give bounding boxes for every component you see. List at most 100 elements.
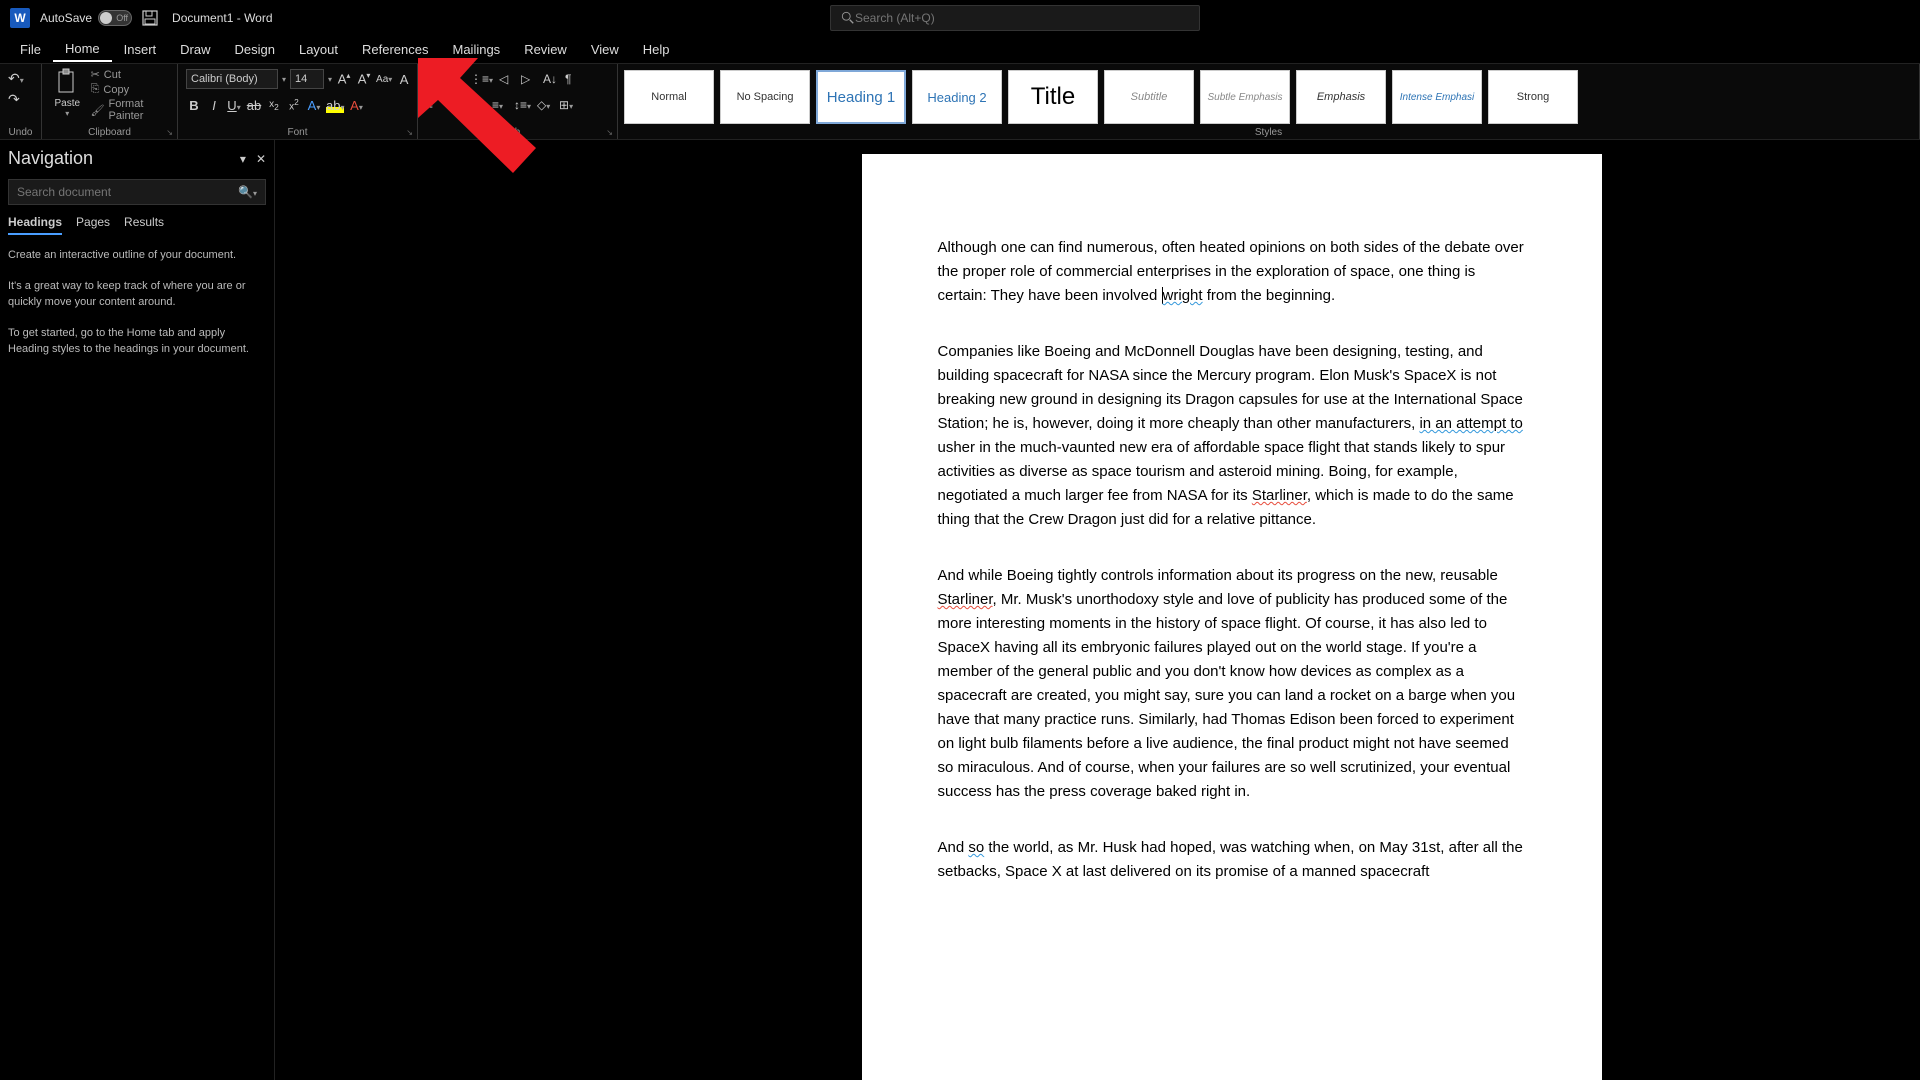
numbering-button[interactable]: ≡▾ — [448, 72, 464, 86]
menu-review[interactable]: Review — [512, 38, 579, 61]
search-box[interactable] — [830, 5, 1200, 31]
nav-tab-pages[interactable]: Pages — [76, 215, 110, 235]
styles-label: Styles — [618, 127, 1919, 138]
cut-button[interactable]: ✂Cut — [91, 68, 169, 81]
change-case-button[interactable]: Aa▾ — [376, 74, 392, 85]
increase-indent-button[interactable]: ▷ — [521, 72, 537, 86]
menu-layout[interactable]: Layout — [287, 38, 350, 61]
style-normal[interactable]: Normal — [624, 70, 714, 124]
close-icon[interactable]: ✕ — [256, 152, 266, 166]
paragraph-2[interactable]: Companies like Boeing and McDonnell Doug… — [938, 340, 1526, 532]
menu-references[interactable]: References — [350, 38, 440, 61]
highlight-button[interactable]: ab▾ — [326, 98, 344, 113]
paste-icon — [55, 68, 79, 96]
paragraph-launcher[interactable]: ↘ — [606, 128, 613, 137]
titlebar: W AutoSave Off Document1 - Word — [0, 0, 1920, 36]
paragraph-1[interactable]: Although one can find numerous, often he… — [938, 236, 1526, 308]
font-launcher[interactable]: ↘ — [406, 128, 413, 137]
clear-formatting-button[interactable]: A — [396, 72, 412, 87]
paragraph-group: ☰▾ ≡▾ ⋮≡▾ ◁ ▷ A↓ ¶ ≡ ≡ ≡ ≡▾ ↕≡▾ ◇▾ ⊞▾ h … — [418, 64, 618, 139]
style-intense-emphasis[interactable]: Intense Emphasi — [1392, 70, 1482, 124]
document-area[interactable]: Although one can find numerous, often he… — [275, 140, 1920, 1080]
sort-button[interactable]: A↓ — [543, 72, 559, 86]
paragraph-3[interactable]: And while Boeing tightly controls inform… — [938, 564, 1526, 804]
align-right-button[interactable]: ≡ — [470, 98, 486, 112]
paragraph-4[interactable]: And so the world, as Mr. Husk had hoped,… — [938, 836, 1526, 884]
style-subtitle[interactable]: Subtitle — [1104, 70, 1194, 124]
style-title[interactable]: Title — [1008, 70, 1098, 124]
font-label: Font — [178, 127, 417, 138]
font-size-input[interactable] — [290, 69, 324, 89]
superscript-button[interactable]: x2 — [286, 97, 302, 112]
align-center-button[interactable]: ≡ — [448, 98, 464, 112]
page[interactable]: Although one can find numerous, often he… — [862, 154, 1602, 1080]
text-effects-button[interactable]: A▾ — [306, 98, 322, 113]
menu-help[interactable]: Help — [631, 38, 682, 61]
font-name-input[interactable] — [186, 69, 278, 89]
font-group: ▾ ▾ A▴ A▾ Aa▾ A B I U▾ ab x2 x2 A▾ ab▾ A… — [178, 64, 418, 139]
show-marks-button[interactable]: ¶ — [565, 72, 581, 86]
undo-label: Undo — [0, 127, 41, 138]
font-color-button[interactable]: A▾ — [348, 98, 364, 113]
undo-button[interactable]: ↶▾ — [8, 70, 33, 87]
nav-tab-results[interactable]: Results — [124, 215, 164, 235]
navigation-pane: Navigation ▾ ✕ 🔍▾ Headings Pages Results… — [0, 140, 275, 1080]
styles-group: Normal No Spacing Heading 1 Heading 2 Ti… — [618, 64, 1920, 139]
menu-mailings[interactable]: Mailings — [441, 38, 513, 61]
shading-button[interactable]: ◇▾ — [537, 98, 553, 112]
brush-icon: 🖌 — [91, 104, 105, 117]
decrease-indent-button[interactable]: ◁ — [499, 72, 515, 86]
style-subtle-emphasis[interactable]: Subtle Emphasis — [1200, 70, 1290, 124]
chevron-down-icon: ▾ — [65, 109, 69, 118]
chevron-down-icon[interactable]: ▾ — [240, 152, 246, 166]
menu-view[interactable]: View — [579, 38, 631, 61]
search-input[interactable] — [855, 11, 1189, 25]
underline-button[interactable]: U▾ — [226, 98, 242, 113]
style-heading-2[interactable]: Heading 2 — [912, 70, 1002, 124]
align-left-button[interactable]: ≡ — [426, 98, 442, 112]
italic-button[interactable]: I — [206, 98, 222, 113]
search-icon[interactable]: 🔍▾ — [238, 185, 257, 199]
clipboard-group: Paste ▾ ✂Cut ⎘Copy 🖌Format Painter Clipb… — [42, 64, 178, 139]
search-icon — [841, 11, 855, 25]
style-heading-1[interactable]: Heading 1 — [816, 70, 906, 124]
chevron-down-icon[interactable]: ▾ — [328, 75, 332, 84]
nav-search-input[interactable] — [17, 185, 238, 199]
clipboard-launcher[interactable]: ↘ — [166, 128, 173, 137]
line-spacing-button[interactable]: ↕≡▾ — [514, 98, 531, 112]
ribbon: ↶▾ ↷ Undo Paste ▾ ✂Cut ⎘Copy 🖌Format Pai… — [0, 64, 1920, 140]
multilevel-button[interactable]: ⋮≡▾ — [470, 72, 493, 86]
menu-draw[interactable]: Draw — [168, 38, 222, 61]
justify-button[interactable]: ≡▾ — [492, 98, 508, 112]
bullets-button[interactable]: ☰▾ — [426, 72, 442, 86]
format-painter-button[interactable]: 🖌Format Painter — [91, 98, 169, 122]
copy-icon: ⎘ — [91, 83, 100, 96]
nav-search-box[interactable]: 🔍▾ — [8, 179, 266, 205]
word-app-icon: W — [10, 8, 30, 28]
nav-help-text: Create an interactive outline of your do… — [8, 247, 266, 358]
chevron-down-icon[interactable]: ▾ — [282, 75, 286, 84]
style-strong[interactable]: Strong — [1488, 70, 1578, 124]
menu-home[interactable]: Home — [53, 37, 112, 62]
bold-button[interactable]: B — [186, 98, 202, 113]
menu-design[interactable]: Design — [223, 38, 287, 61]
paragraph-label: h — [418, 127, 617, 138]
nav-tab-headings[interactable]: Headings — [8, 215, 62, 235]
strikethrough-button[interactable]: ab — [246, 98, 262, 113]
menu-insert[interactable]: Insert — [112, 38, 169, 61]
subscript-button[interactable]: x2 — [266, 99, 282, 112]
shrink-font-button[interactable]: A▾ — [356, 71, 372, 86]
style-emphasis[interactable]: Emphasis — [1296, 70, 1386, 124]
paste-button[interactable]: Paste ▾ — [50, 68, 85, 135]
redo-button[interactable]: ↷ — [8, 91, 33, 108]
autosave-toggle[interactable]: Off — [98, 10, 132, 26]
menu-file[interactable]: File — [8, 38, 53, 61]
grow-font-button[interactable]: A▴ — [336, 71, 352, 86]
autosave-label: AutoSave — [40, 11, 92, 25]
save-icon[interactable] — [142, 10, 172, 26]
navigation-title: Navigation — [8, 148, 93, 169]
menubar: File Home Insert Draw Design Layout Refe… — [0, 36, 1920, 64]
style-no-spacing[interactable]: No Spacing — [720, 70, 810, 124]
copy-button[interactable]: ⎘Copy — [91, 83, 169, 96]
borders-button[interactable]: ⊞▾ — [559, 98, 575, 112]
